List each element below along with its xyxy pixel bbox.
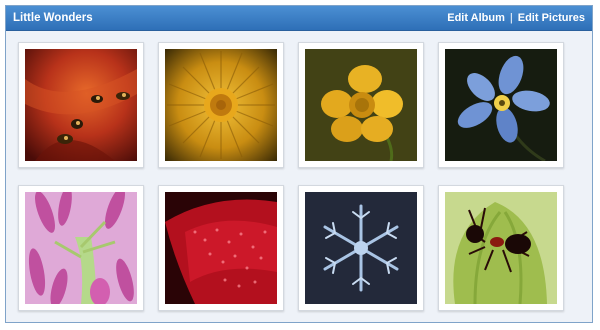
album-header: Little Wonders Edit Album | Edit Picture…: [6, 6, 592, 31]
photo-grid: [6, 31, 592, 322]
photo-thumbnail-6[interactable]: [158, 185, 284, 311]
pink-clover-photo: [25, 192, 137, 304]
red-petal-droplets-photo: [165, 192, 277, 304]
link-separator: |: [509, 12, 513, 24]
ant-on-bud-photo: [445, 192, 557, 304]
yellow-dandelion-photo: [165, 49, 277, 161]
album-title: Little Wonders: [13, 12, 93, 24]
edit-album-link[interactable]: Edit Album: [447, 12, 505, 24]
photo-thumbnail-1[interactable]: [18, 42, 144, 168]
insect-on-red-petals-photo: [25, 49, 137, 161]
photo-thumbnail-4[interactable]: [438, 42, 564, 168]
snowflake-photo: [305, 192, 417, 304]
blue-star-flower-photo: [445, 49, 557, 161]
album-panel: Little Wonders Edit Album | Edit Picture…: [5, 5, 593, 323]
photo-thumbnail-3[interactable]: [298, 42, 424, 168]
photo-thumbnail-5[interactable]: [18, 185, 144, 311]
edit-pictures-link[interactable]: Edit Pictures: [518, 12, 585, 24]
header-links: Edit Album | Edit Pictures: [447, 12, 585, 24]
photo-thumbnail-7[interactable]: [298, 185, 424, 311]
photo-thumbnail-8[interactable]: [438, 185, 564, 311]
yellow-buttercup-photo: [305, 49, 417, 161]
photo-thumbnail-2[interactable]: [158, 42, 284, 168]
